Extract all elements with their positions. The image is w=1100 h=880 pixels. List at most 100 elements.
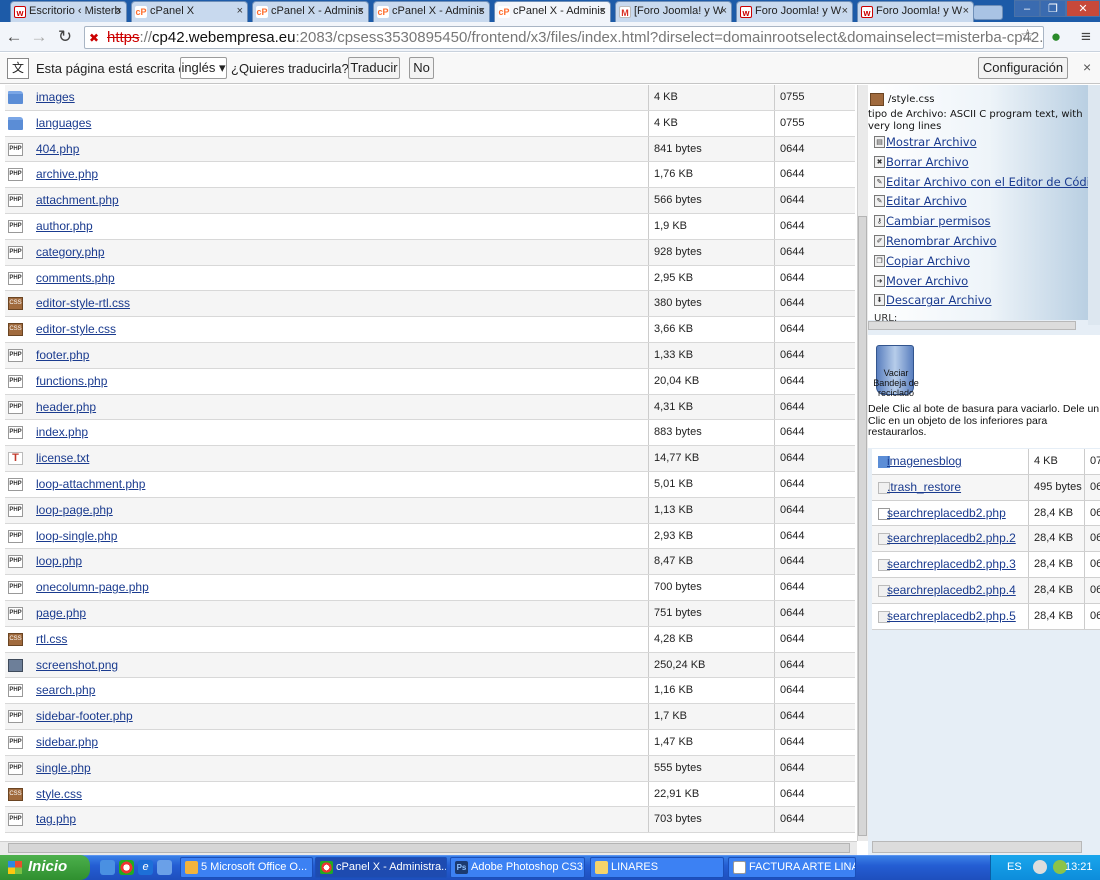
file-row[interactable]: PHP single.php 555 bytes 0644 xyxy=(5,755,855,782)
minimize-button[interactable]: – xyxy=(1014,0,1040,17)
file-name-link[interactable]: page.php xyxy=(36,606,86,620)
file-row[interactable]: CSS rtl.css 4,28 KB 0644 xyxy=(5,626,855,653)
file-row[interactable]: PHP category.php 928 bytes 0644 xyxy=(5,239,855,266)
taskbar-item[interactable]: LINARES xyxy=(590,857,724,878)
tab-item[interactable]: M [Foro Joomla! y W × xyxy=(615,1,732,22)
trash-label[interactable]: Vaciar Bandeja de reciclado xyxy=(868,368,924,398)
quicklaunch-icon[interactable] xyxy=(157,860,172,875)
trash-item-row[interactable]: imagenesblog 4 KB 07 xyxy=(872,449,1100,475)
file-name-link[interactable]: functions.php xyxy=(36,374,107,388)
file-row[interactable]: CSS style.css 22,91 KB 0644 xyxy=(5,781,855,808)
tab-item[interactable]: w Foro Joomla! y W × xyxy=(736,1,853,22)
file-action-link[interactable]: ✖ Borrar Archivo xyxy=(874,155,969,169)
trash-item-link[interactable]: searchreplacedb2.php xyxy=(887,506,1006,520)
file-row[interactable]: CSS editor-style-rtl.css 380 bytes 0644 xyxy=(5,291,855,318)
file-name-link[interactable]: languages xyxy=(36,116,91,130)
trash-item-link[interactable]: searchreplacedb2.php.5 xyxy=(887,609,1016,623)
trash-item-link[interactable]: searchreplacedb2.php.4 xyxy=(887,583,1016,597)
file-name-link[interactable]: sidebar-footer.php xyxy=(36,709,133,723)
file-name-link[interactable]: tag.php xyxy=(36,812,76,826)
trash-item-row[interactable]: searchreplacedb2.php.5 28,4 KB 06 xyxy=(872,603,1100,630)
reload-button[interactable]: ↻ xyxy=(55,27,75,47)
file-row[interactable]: screenshot.png 250,24 KB 0644 xyxy=(5,652,855,679)
info-vertical-scrollbar[interactable] xyxy=(1088,85,1100,325)
file-name-link[interactable]: footer.php xyxy=(36,348,89,362)
file-name-link[interactable]: 404.php xyxy=(36,142,79,156)
trash-item-link[interactable]: searchreplacedb2.php.3 xyxy=(887,557,1016,571)
file-row[interactable]: PHP functions.php 20,04 KB 0644 xyxy=(5,368,855,395)
tab-close-icon[interactable]: × xyxy=(842,5,848,17)
file-action-link[interactable]: ⚷ Cambiar permisos xyxy=(874,214,991,228)
file-row[interactable]: PHP loop-single.php 2,93 KB 0644 xyxy=(5,523,855,550)
file-row[interactable]: PHP loop.php 8,47 KB 0644 xyxy=(5,549,855,576)
file-name-link[interactable]: editor-style-rtl.css xyxy=(36,296,130,310)
translate-button[interactable]: Traducir xyxy=(348,57,400,79)
desktop-icon[interactable] xyxy=(100,860,115,875)
file-row[interactable]: PHP comments.php 2,95 KB 0644 xyxy=(5,265,855,292)
taskbar-item[interactable]: Ps Adobe Photoshop CS3 xyxy=(450,857,585,878)
info-horizontal-scrollbar[interactable] xyxy=(868,321,1076,330)
taskbar-item[interactable]: 5 Microsoft Office O... xyxy=(180,857,313,878)
taskbar-item[interactable]: FACTURA ARTE LINA... xyxy=(728,857,856,878)
file-row[interactable]: CSS editor-style.css 3,66 KB 0644 xyxy=(5,317,855,343)
start-button[interactable]: Inicio xyxy=(0,855,90,880)
file-row[interactable]: PHP tag.php 703 bytes 0644 xyxy=(5,807,855,834)
file-name-link[interactable]: images xyxy=(36,90,75,104)
language-indicator[interactable]: ES xyxy=(1007,861,1022,873)
tab-close-icon[interactable]: × xyxy=(721,5,727,17)
forward-button[interactable]: → xyxy=(29,27,49,47)
file-name-link[interactable]: license.txt xyxy=(36,451,89,465)
trash-item-row[interactable]: searchreplacedb2.php 28,4 KB 06 xyxy=(872,500,1100,527)
new-tab-button[interactable] xyxy=(973,5,1003,20)
trash-item-link[interactable]: imagenesblog xyxy=(887,454,962,468)
file-row[interactable]: images 4 KB 0755 xyxy=(5,85,855,111)
file-action-link[interactable]: ✎ Editar Archivo con el Editor de Código xyxy=(874,175,1100,189)
language-select[interactable]: inglés ▾ xyxy=(180,57,227,79)
tab-item[interactable]: cP cPanel X - Adminis × xyxy=(373,1,490,22)
file-name-link[interactable]: header.php xyxy=(36,400,96,414)
file-row[interactable]: PHP loop-page.php 1,13 KB 0644 xyxy=(5,497,855,524)
close-translate-icon[interactable]: × xyxy=(1083,59,1091,75)
menu-button[interactable]: ≡ xyxy=(1076,27,1096,47)
file-name-link[interactable]: single.php xyxy=(36,761,91,775)
trash-item-row[interactable]: searchreplacedb2.php.4 28,4 KB 06 xyxy=(872,578,1100,604)
internet-explorer-icon[interactable]: e xyxy=(138,860,153,875)
tab-item[interactable]: cP cPanel X - Adminis × xyxy=(494,1,611,22)
file-name-link[interactable]: onecolumn-page.php xyxy=(36,580,149,594)
trash-item-link[interactable]: searchreplacedb2.php.2 xyxy=(887,531,1016,545)
file-row[interactable]: PHP footer.php 1,33 KB 0644 xyxy=(5,343,855,369)
tab-close-icon[interactable]: × xyxy=(237,5,243,17)
file-name-link[interactable]: sidebar.php xyxy=(36,735,98,749)
file-row[interactable]: PHP search.php 1,16 KB 0644 xyxy=(5,678,855,705)
no-translate-button[interactable]: No xyxy=(409,57,434,79)
tab-item[interactable]: w Foro Joomla! y W × xyxy=(857,1,974,22)
file-name-link[interactable]: screenshot.png xyxy=(36,658,118,672)
tab-item[interactable]: w Escritorio ‹ Misterb × xyxy=(10,1,127,22)
chrome-icon[interactable] xyxy=(119,860,134,875)
file-name-link[interactable]: attachment.php xyxy=(36,193,119,207)
file-name-link[interactable]: loop-attachment.php xyxy=(36,477,145,491)
tab-item[interactable]: cP cPanel X × xyxy=(131,1,248,22)
file-name-link[interactable]: category.php xyxy=(36,245,105,259)
bookmark-star-icon[interactable]: ☆ xyxy=(1020,26,1035,46)
tab-close-icon[interactable]: × xyxy=(116,5,122,17)
file-name-link[interactable]: search.php xyxy=(36,683,95,697)
file-action-link[interactable]: ➜ Mover Archivo xyxy=(874,274,968,288)
file-name-link[interactable]: archive.php xyxy=(36,167,98,181)
file-row[interactable]: PHP index.php 883 bytes 0644 xyxy=(5,420,855,447)
tab-close-icon[interactable]: × xyxy=(479,5,485,17)
tab-close-icon[interactable]: × xyxy=(600,5,606,17)
file-action-link[interactable]: ✎ Editar Archivo xyxy=(874,194,967,208)
file-row[interactable]: PHP author.php 1,9 KB 0644 xyxy=(5,214,855,240)
close-window-button[interactable]: ✕ xyxy=(1066,0,1100,17)
volume-icon[interactable] xyxy=(1033,860,1047,874)
trash-item-link[interactable]: .trash_restore xyxy=(887,480,961,494)
file-row[interactable]: PHP sidebar-footer.php 1,7 KB 0644 xyxy=(5,704,855,730)
file-row[interactable]: PHP archive.php 1,76 KB 0644 xyxy=(5,162,855,189)
tab-close-icon[interactable]: × xyxy=(358,5,364,17)
file-name-link[interactable]: editor-style.css xyxy=(36,322,116,336)
file-name-link[interactable]: comments.php xyxy=(36,271,115,285)
file-row[interactable]: PHP page.php 751 bytes 0644 xyxy=(5,601,855,627)
horizontal-scrollbar-thumb[interactable] xyxy=(8,843,850,853)
restore-button[interactable]: ❐ xyxy=(1040,0,1066,17)
